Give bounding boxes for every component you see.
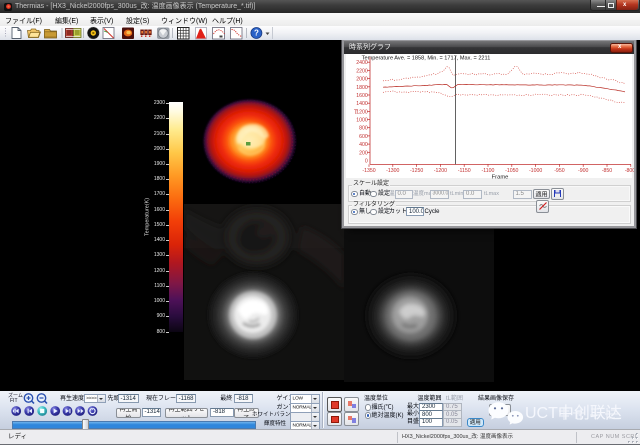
svg-text:Temperature Ave. = 1858, Min.: Temperature Ave. = 1858, Min. = 1717, Ma… <box>362 56 491 62</box>
svg-text:0: 0 <box>365 158 368 164</box>
svg-text:-1050: -1050 <box>505 168 518 174</box>
svg-text:-1200: -1200 <box>434 168 447 174</box>
svg-text:1800: 1800 <box>356 85 368 91</box>
svg-text:200: 200 <box>359 150 368 156</box>
svg-text:2000: 2000 <box>356 77 368 83</box>
svg-text:-1250: -1250 <box>410 168 423 174</box>
svg-text:-1100: -1100 <box>482 168 495 174</box>
svg-text:T: T <box>354 110 358 116</box>
svg-text:Frame: Frame <box>492 175 509 181</box>
svg-text:1600: 1600 <box>356 93 368 99</box>
svg-text:-850: -850 <box>602 168 612 174</box>
svg-text:2200: 2200 <box>356 68 368 74</box>
svg-text:?: ? <box>254 29 259 38</box>
svg-text:-950: -950 <box>554 168 564 174</box>
svg-text:1400: 1400 <box>356 101 368 107</box>
svg-text:-1150: -1150 <box>458 168 471 174</box>
svg-text:1200: 1200 <box>356 109 368 115</box>
svg-text:600: 600 <box>359 134 368 140</box>
svg-text:800: 800 <box>359 126 368 132</box>
svg-text:-1000: -1000 <box>529 168 542 174</box>
svg-text:-900: -900 <box>578 168 588 174</box>
svg-text:-800: -800 <box>625 168 634 174</box>
svg-text:1000: 1000 <box>356 118 368 124</box>
svg-text:400: 400 <box>359 142 368 148</box>
svg-text:-1300: -1300 <box>386 168 399 174</box>
svg-text:-1350: -1350 <box>362 168 375 174</box>
